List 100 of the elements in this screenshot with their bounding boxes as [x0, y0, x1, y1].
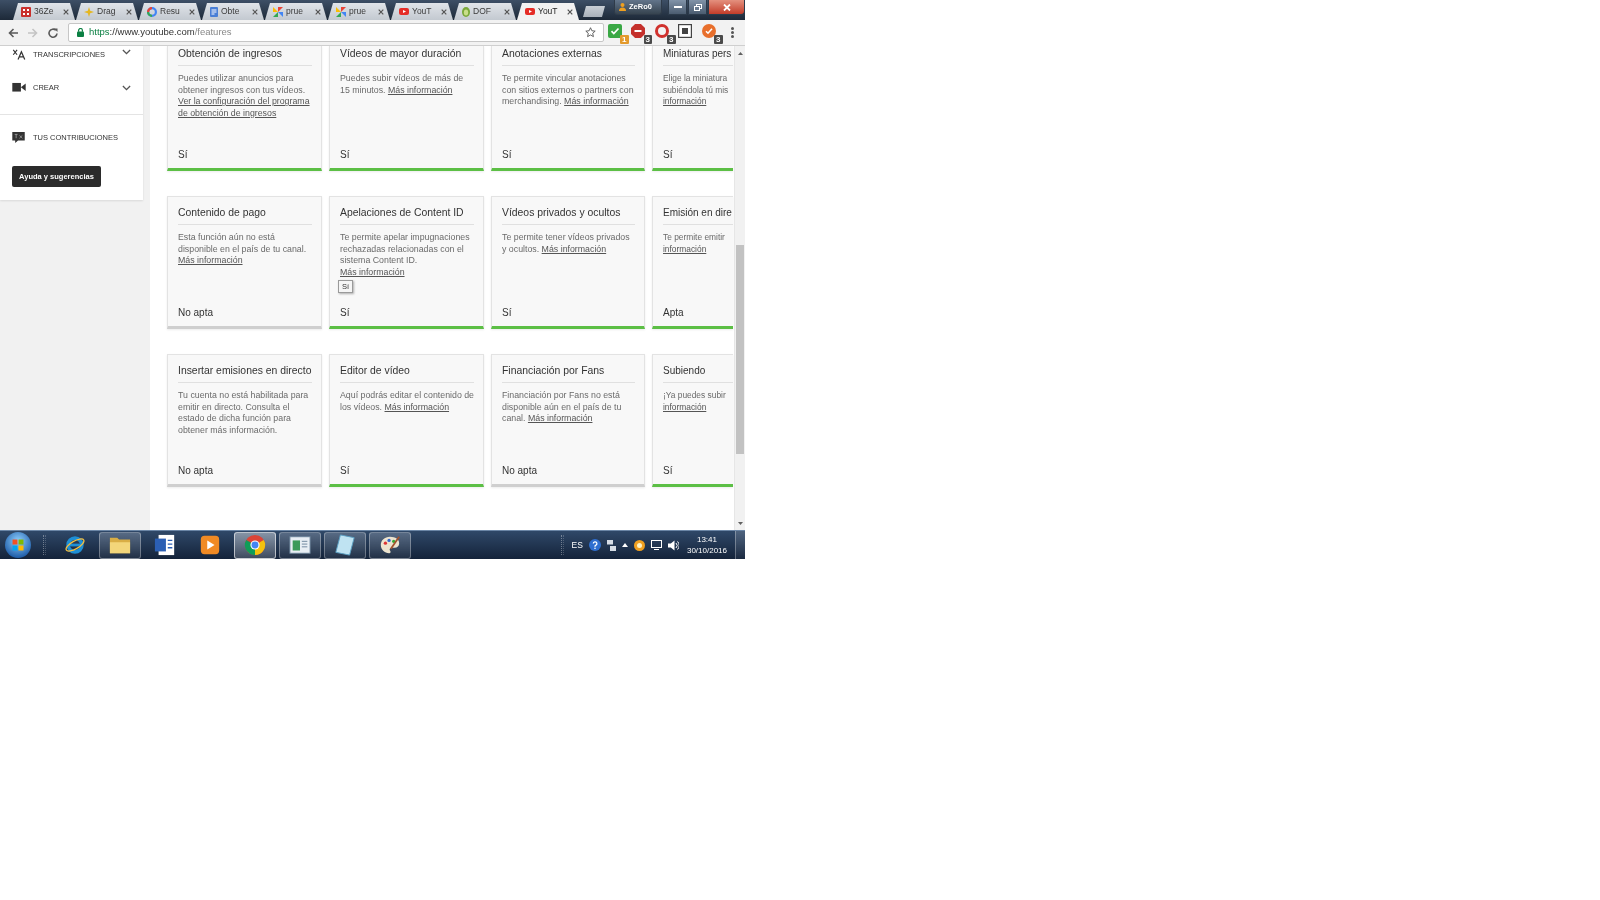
card-description: Puedes subir vídeos de más de 15 minutos. Más información: [340, 73, 465, 97]
browser-tab[interactable]: 36Ze: [13, 3, 75, 20]
close-icon: [722, 3, 731, 11]
taskbar-app-button[interactable]: [99, 531, 141, 559]
card-status: Sí: [663, 149, 674, 162]
oval-icon: [462, 6, 470, 17]
taskbar-app-button[interactable]: [234, 531, 276, 559]
segmented-circle-icon: [244, 534, 266, 556]
card-description: Te permite vincular anotaciones con sitios externos o partners con merchandising. Más información: [502, 73, 635, 108]
close-icon[interactable]: [252, 8, 258, 15]
browser-tab[interactable]: Drag: [76, 3, 138, 20]
card-status: Apta: [663, 307, 685, 320]
document-icon: [210, 6, 218, 17]
close-icon[interactable]: [315, 8, 321, 15]
count-label: 1: [620, 34, 629, 44]
clock-time[interactable]: 13:41: [696, 534, 717, 545]
card-title: Emisión en dire: [663, 207, 733, 219]
chevron-down-icon: [122, 84, 131, 91]
more-info-link[interactable]: información: [663, 401, 707, 414]
card-status: Sí: [178, 149, 189, 162]
browser-tab[interactable]: Resu: [139, 3, 201, 20]
more-info-link[interactable]: Más información: [178, 255, 243, 267]
restore-button[interactable]: [688, 0, 707, 15]
more-info-link[interactable]: Ver la configuración del programa de obtención de ingresos: [178, 96, 312, 120]
browser-tab[interactable]: prue: [265, 3, 327, 20]
taskbar-app-button[interactable]: [279, 531, 321, 559]
more-info-link[interactable]: Más información: [527, 413, 593, 425]
document-icon: [154, 534, 176, 556]
card-description: Tu cuenta no está habilitada para emitir en directo. Consulta el estado de dicha función para obtener más información.: [178, 390, 310, 437]
minimize-button[interactable]: [668, 0, 687, 15]
card-description: Aquí podrás editar el contenido de los vídeos. Más información: [340, 390, 474, 414]
minimize-icon: [673, 6, 682, 8]
ring-icon: [654, 23, 669, 38]
card-description: Te permite tener vídeos privados y ocultos. Más información: [502, 232, 631, 256]
up-arrow-icon[interactable]: [737, 52, 743, 55]
lock-icon: [77, 28, 84, 37]
close-icon[interactable]: [63, 8, 69, 15]
more-info-link[interactable]: Más información: [384, 401, 450, 414]
card-description: ¡Ya puedes subir información: [663, 390, 727, 414]
close-icon[interactable]: [378, 8, 384, 15]
browser-tab[interactable]: YouT: [391, 3, 453, 20]
more-info-link[interactable]: Más información: [340, 266, 405, 279]
more-info-link[interactable]: Más información: [387, 84, 453, 97]
more-info-link[interactable]: Más información: [564, 96, 629, 108]
star-icon[interactable]: [585, 27, 596, 38]
person-icon: [619, 3, 626, 11]
extension-button[interactable]: 3: [699, 21, 722, 44]
palette-icon: [379, 534, 401, 556]
chevron-down-icon: [122, 49, 131, 55]
square-icon: [678, 23, 692, 38]
card-title: Contenido de pago: [178, 207, 267, 219]
card-description: Puedes utilizar anuncios para obtener ingresos con tus vídeos. Ver la configuración del programa de obtención de ingresos: [178, 73, 312, 120]
language-indicator[interactable]: ES: [571, 538, 583, 552]
scrollbar[interactable]: [734, 46, 745, 530]
close-icon[interactable]: [567, 8, 573, 15]
close-icon[interactable]: [441, 8, 447, 15]
count-label: 3: [667, 34, 676, 44]
card-title: Obtención de ingresos: [178, 48, 283, 60]
disc-icon[interactable]: [633, 539, 645, 551]
new-tab-button[interactable]: [583, 6, 605, 17]
extension-button[interactable]: 3: [652, 21, 675, 44]
two-screens-icon[interactable]: [606, 539, 616, 551]
more-info-link[interactable]: Más información: [541, 243, 607, 256]
screen-icon[interactable]: [650, 540, 662, 550]
pinwheel-icon: [336, 6, 346, 17]
browser-tab[interactable]: prue: [328, 3, 390, 20]
card-description: Te permite emitir información: [663, 232, 726, 256]
taskbar-app-button[interactable]: [369, 531, 411, 559]
down-arrow-icon[interactable]: [737, 522, 743, 525]
browser-tab[interactable]: YouT: [517, 3, 579, 20]
close-icon[interactable]: [126, 8, 132, 15]
up-caret-icon[interactable]: [621, 543, 628, 547]
card-description: Elige la miniatura subiéndola tú mis información: [663, 73, 730, 108]
show-desktop-button[interactable]: [735, 531, 745, 559]
more-info-link[interactable]: información: [663, 96, 707, 108]
more-info-link[interactable]: información: [663, 243, 707, 256]
address-bar[interactable]: https://www.youtube.com/features: [68, 23, 604, 42]
pinwheel-icon: [273, 6, 283, 17]
scrollbar-thumb[interactable]: [736, 245, 744, 454]
close-icon[interactable]: [189, 8, 195, 15]
clock-date[interactable]: 30/10/2016: [686, 545, 727, 556]
card-title: Apelaciones de Content ID: [340, 207, 465, 219]
card-description: Financiación por Fans no está disponible aún en el país de tu canal. Más información: [502, 390, 623, 425]
right-arrow-icon: [27, 26, 39, 39]
count-label: 3: [643, 34, 652, 44]
speaker-icon[interactable]: [667, 539, 679, 551]
close-icon[interactable]: [504, 8, 510, 15]
restore-icon: [693, 3, 702, 11]
play-icon: [399, 8, 409, 15]
browser-tab[interactable]: DOF: [454, 3, 516, 20]
url-text: https://www.youtube.com/features: [89, 25, 232, 40]
taskbar-app-button[interactable]: [324, 531, 366, 559]
card-description: Te permite apelar impugnaciones rechazadas relacionadas con el sistema Content ID. Más información: [340, 232, 471, 279]
play-icon: [199, 534, 221, 556]
video-camera-icon: [12, 82, 26, 93]
ring-icon: [147, 6, 157, 17]
help-icon[interactable]: [588, 539, 601, 551]
browser-tab[interactable]: Obte: [202, 3, 264, 20]
close-button[interactable]: [708, 0, 745, 15]
card-status: Sí: [340, 465, 351, 478]
